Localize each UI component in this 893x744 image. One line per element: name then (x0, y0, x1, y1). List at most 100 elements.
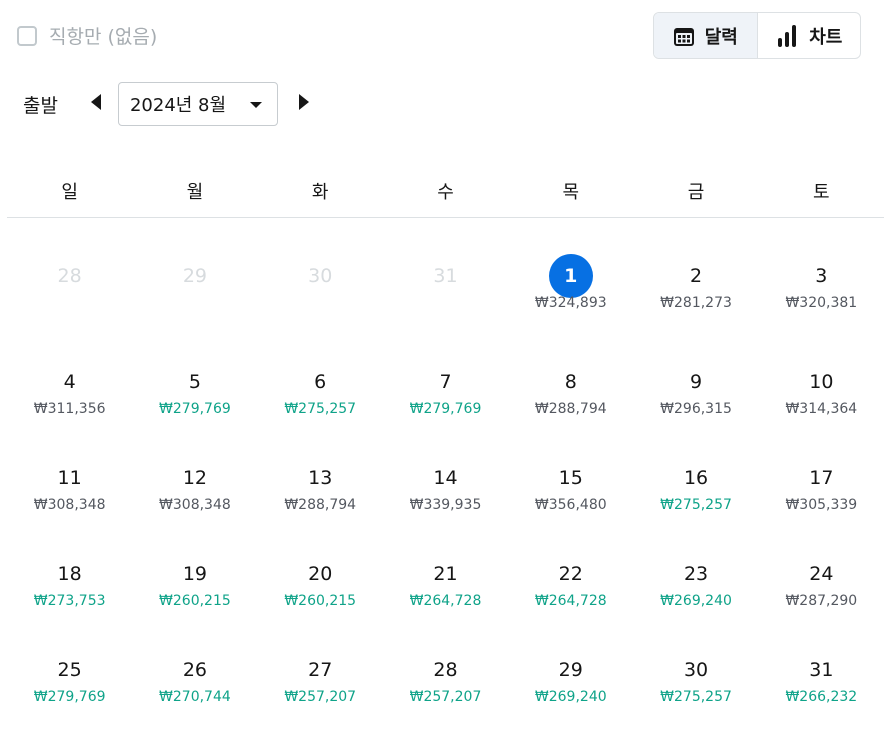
direct-only-checkbox[interactable] (17, 25, 37, 46)
calendar-day-selected[interactable]: 1 ₩324,893 (508, 248, 633, 354)
direct-only-toggle[interactable]: 직항만 (없음) (17, 22, 157, 49)
calendar-day[interactable]: 12 ₩308,348 (132, 450, 257, 546)
day-number: 31 (809, 659, 834, 681)
calendar-day[interactable]: 10 ₩314,364 (759, 354, 884, 450)
calendar-day[interactable]: 28 ₩257,207 (383, 642, 508, 738)
day-number: 27 (308, 659, 333, 681)
day-price: ₩275,257 (660, 497, 732, 513)
day-price: ₩275,257 (284, 401, 357, 417)
depart-label: 출발 (23, 94, 58, 117)
day-price: ₩356,480 (534, 497, 607, 513)
month-select[interactable]: 2024년 8월 (117, 82, 278, 126)
calendar-icon (673, 25, 695, 47)
calendar-day[interactable]: 30 ₩275,257 (633, 642, 758, 738)
day-price: ₩269,240 (660, 593, 732, 609)
calendar-day[interactable]: 17 ₩305,339 (759, 450, 884, 546)
day-number: 30 (683, 659, 709, 681)
day-number: 10 (809, 371, 834, 393)
calendar-view-button[interactable]: 달력 (654, 13, 758, 58)
calendar-day[interactable]: 9 ₩296,315 (633, 354, 758, 450)
calendar-week: 18 ₩273,753 19 ₩260,215 20 ₩260,215 21 ₩264,728… (7, 546, 884, 642)
calendar-day[interactable]: 8 ₩288,794 (508, 354, 633, 450)
calendar-grid: 28 29 30 31 1 ₩324,893 2 ₩281,273 3 ₩320,381 4 ₩311… (7, 248, 884, 738)
day-number: 11 (57, 467, 82, 489)
calendar-day[interactable]: 27 ₩257,207 (258, 642, 383, 738)
day-number: 22 (558, 563, 583, 585)
calendar-day[interactable]: 18 ₩273,753 (7, 546, 132, 642)
calendar-day[interactable]: 3 ₩320,381 (759, 248, 884, 354)
calendar-day-outside: 28 (7, 248, 132, 354)
calendar-day[interactable]: 15 ₩356,480 (508, 450, 633, 546)
calendar-day[interactable]: 4 ₩311,356 (7, 354, 132, 450)
day-number: 13 (308, 467, 333, 489)
day-number: 7 (439, 371, 452, 393)
depart-month-row: 출발 2024년 8월 (23, 82, 316, 126)
view-toggle: 달력 차트 (653, 12, 861, 59)
day-price: ₩281,273 (660, 295, 732, 311)
day-number: 20 (308, 563, 333, 585)
day-price: ₩314,364 (785, 401, 858, 417)
day-number: 5 (188, 371, 201, 393)
calendar-day[interactable]: 26 ₩270,744 (132, 642, 257, 738)
chevron-down-icon (249, 94, 263, 115)
calendar-week: 11 ₩308,348 12 ₩308,348 13 ₩288,794 14 ₩339,935… (7, 450, 884, 546)
calendar-day[interactable]: 11 ₩308,348 (7, 450, 132, 546)
calendar-day-outside: 30 (258, 248, 383, 354)
calendar-day[interactable]: 7 ₩279,769 (383, 354, 508, 450)
calendar-day[interactable]: 5 ₩279,769 (132, 354, 257, 450)
day-number: 29 (182, 265, 208, 287)
weekday-thu: 목 (562, 182, 580, 203)
day-number: 23 (683, 563, 709, 585)
calendar-day[interactable]: 16 ₩275,257 (633, 450, 758, 546)
day-number: 9 (690, 371, 703, 393)
chart-view-button[interactable]: 차트 (758, 13, 861, 58)
calendar-day[interactable]: 14 ₩339,935 (383, 450, 508, 546)
calendar-day[interactable]: 13 ₩288,794 (258, 450, 383, 546)
day-number: 2 (690, 265, 703, 287)
weekday-wed: 수 (437, 182, 454, 203)
calendar-day[interactable]: 31 ₩266,232 (759, 642, 884, 738)
calendar-week: 4 ₩311,356 5 ₩279,769 6 ₩275,257 7 ₩279,769 8 ₩28… (7, 354, 884, 450)
day-number: 8 (564, 371, 577, 393)
day-price: ₩260,215 (159, 593, 231, 609)
direct-only-label: 직항만 (없음) (49, 26, 158, 48)
day-number: 3 (815, 265, 828, 287)
calendar-day[interactable]: 20 ₩260,215 (258, 546, 383, 642)
day-price: ₩311,356 (33, 401, 106, 417)
calendar-day[interactable]: 19 ₩260,215 (132, 546, 257, 642)
day-price: ₩264,728 (534, 593, 607, 609)
calendar-day[interactable]: 23 ₩269,240 (633, 546, 758, 642)
day-number: 16 (683, 467, 709, 489)
day-number: 15 (558, 467, 583, 489)
day-price: ₩288,794 (284, 497, 357, 513)
calendar-day[interactable]: 21 ₩264,728 (383, 546, 508, 642)
day-price: ₩269,240 (534, 689, 607, 705)
day-price: ₩257,207 (409, 689, 482, 705)
day-number: 17 (809, 467, 834, 489)
calendar-day[interactable]: 22 ₩264,728 (508, 546, 633, 642)
next-month-button[interactable] (292, 82, 316, 126)
calendar-week: 25 ₩279,769 26 ₩270,744 27 ₩257,207 28 ₩257,207… (7, 642, 884, 738)
day-price: ₩296,315 (660, 401, 732, 417)
day-number: 30 (308, 265, 333, 287)
day-number: 12 (182, 467, 208, 489)
bar-chart-icon (775, 24, 799, 48)
caret-left-icon (89, 93, 103, 115)
calendar-day[interactable]: 24 ₩287,290 (759, 546, 884, 642)
day-price: ₩324,893 (534, 295, 607, 311)
weekday-sat: 토 (813, 182, 830, 203)
day-number: 19 (182, 563, 208, 585)
previous-month-button[interactable] (84, 82, 108, 126)
day-price: ₩273,753 (33, 593, 106, 609)
chart-view-label: 차트 (809, 26, 843, 48)
calendar-day[interactable]: 2 ₩281,273 (633, 248, 758, 354)
calendar-day[interactable]: 25 ₩279,769 (7, 642, 132, 738)
calendar-day[interactable]: 6 ₩275,257 (258, 354, 383, 450)
calendar-day[interactable]: 29 ₩269,240 (508, 642, 633, 738)
day-number: 1 (548, 254, 593, 298)
day-number: 4 (63, 371, 76, 393)
calendar-day-outside: 31 (383, 248, 508, 354)
day-price: ₩320,381 (785, 295, 858, 311)
weekday-fri: 금 (687, 182, 705, 203)
weekday-mon: 월 (186, 182, 204, 203)
